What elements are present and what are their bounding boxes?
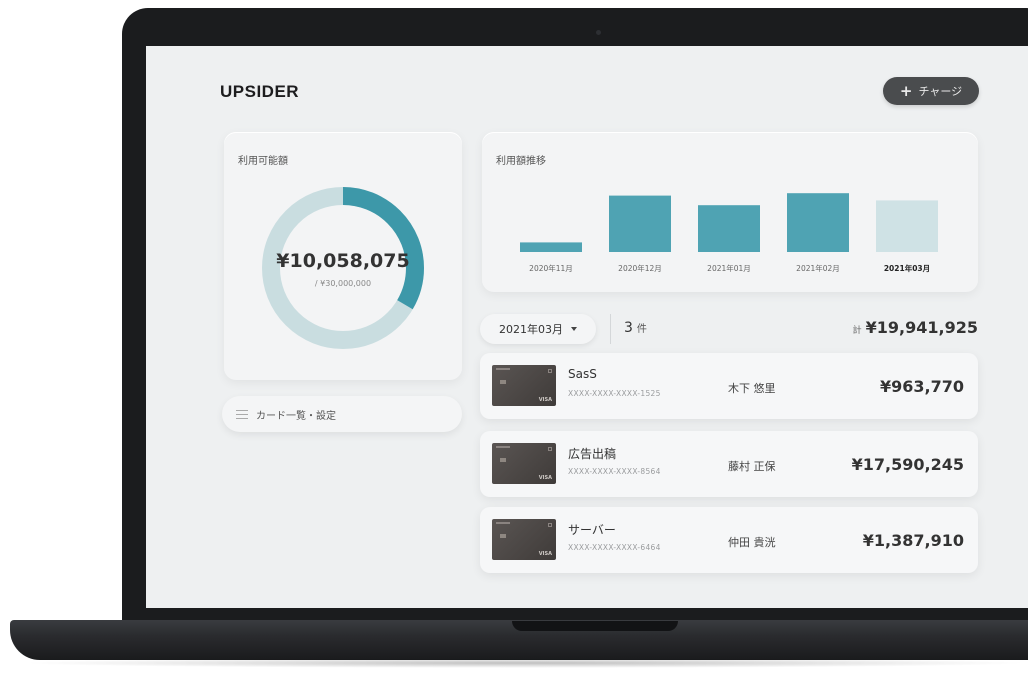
- card-brand: VISA: [538, 397, 552, 403]
- bar-4[interactable]: [876, 200, 938, 252]
- card-thumbnail: VISA: [492, 519, 556, 560]
- card-brand: VISA: [538, 551, 552, 557]
- bar-label-3: 2021年02月: [796, 263, 840, 273]
- caret-down-icon: [571, 327, 577, 331]
- card-list-settings-button[interactable]: カード一覧・設定: [222, 396, 462, 432]
- transaction-name: SasS: [568, 367, 597, 381]
- laptop-notch: [512, 621, 678, 631]
- card-number: XXXX-XXXX-XXXX-1525: [568, 389, 661, 398]
- spending-trend-panel: 利用額推移 2020年11月 2020年12月 2021年01月 2021年02月 20…: [482, 132, 978, 292]
- card-user: 仲田 貴洸: [728, 536, 776, 549]
- transaction-name: サーバー: [568, 523, 616, 537]
- bar-label-0: 2020年11月: [529, 263, 573, 273]
- card-number: XXXX-XXXX-XXXX-6464: [568, 543, 661, 552]
- plus-icon: +: [899, 81, 913, 100]
- transaction-amount: ¥1,387,910: [862, 531, 964, 550]
- card-brand: VISA: [538, 475, 552, 481]
- card-thumbnail: VISA: [492, 365, 556, 406]
- card-user: 木下 悠里: [728, 382, 776, 395]
- bar-1[interactable]: [609, 195, 671, 252]
- transaction-count-value: 3: [624, 320, 633, 336]
- card-user: 藤村 正保: [728, 460, 776, 473]
- available-credit-panel: 利用可能額 ¥10,058,075 / ¥30,000,000: [224, 132, 462, 380]
- transaction-row[interactable]: VISA サーバー XXXX-XXXX-XXXX-6464 仲田 貴洸 ¥1,3…: [480, 507, 978, 573]
- spending-trend-chart: 2020年11月 2020年12月 2021年01月 2021年02月 2021年03月: [520, 193, 938, 273]
- app-screen: UPSIDER + チャージ 利用可能額 ¥10,058,075 / ¥30,0…: [146, 46, 1028, 608]
- laptop-shadow: [20, 658, 1028, 668]
- total-label: 計: [852, 326, 862, 336]
- transaction-row[interactable]: VISA 広告出稿 XXXX-XXXX-XXXX-8564 藤村 正保 ¥17,…: [480, 431, 978, 497]
- credit-limit: / ¥30,000,000: [314, 279, 372, 288]
- total-amount-value: ¥19,941,925: [865, 318, 978, 337]
- available-amount: ¥10,058,075: [276, 250, 410, 272]
- camera-icon: [596, 30, 601, 35]
- transaction-amount: ¥17,590,245: [851, 455, 964, 474]
- divider: [610, 314, 611, 344]
- bar-2[interactable]: [698, 205, 760, 252]
- brand-logo[interactable]: UPSIDER: [220, 82, 299, 102]
- charge-button[interactable]: + チャージ: [883, 77, 979, 105]
- transaction-count-unit: 件: [636, 324, 647, 335]
- total-amount: 計 ¥19,941,925: [853, 318, 978, 337]
- card-list-settings-label: カード一覧・設定: [256, 410, 336, 422]
- card-number: XXXX-XXXX-XXXX-8564: [568, 467, 661, 476]
- month-dropdown[interactable]: 2021年03月: [480, 314, 596, 344]
- bar-0[interactable]: [520, 242, 582, 252]
- bar-label-1: 2020年12月: [618, 263, 662, 273]
- charge-button-label: チャージ: [918, 85, 963, 98]
- transaction-amount: ¥963,770: [879, 377, 964, 396]
- transaction-name: 広告出稿: [568, 447, 617, 461]
- available-credit-title: 利用可能額: [238, 156, 288, 167]
- list-icon: [236, 409, 248, 419]
- transaction-count: 3件: [624, 320, 647, 336]
- transaction-row[interactable]: VISA SasS XXXX-XXXX-XXXX-1525 木下 悠里 ¥963…: [480, 353, 978, 419]
- bar-3[interactable]: [787, 193, 849, 252]
- month-dropdown-value: 2021年03月: [499, 323, 563, 336]
- bar-label-2: 2021年01月: [707, 263, 751, 273]
- bar-label-4: 2021年03月: [884, 263, 930, 273]
- card-thumbnail: VISA: [492, 443, 556, 484]
